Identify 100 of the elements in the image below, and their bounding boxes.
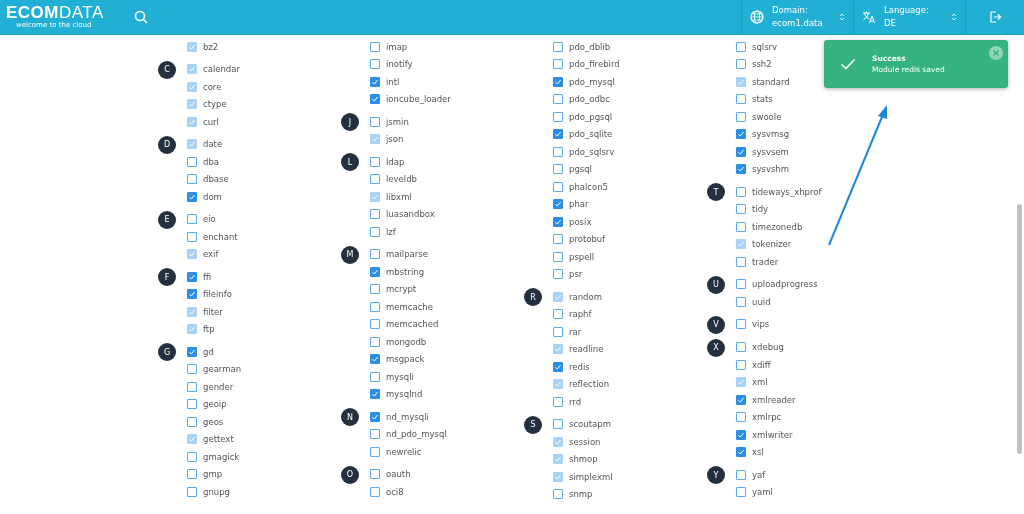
module-checkbox[interactable]: [736, 359, 746, 370]
module-checkbox[interactable]: [187, 214, 197, 225]
module-checkbox[interactable]: [370, 469, 380, 480]
logout-icon[interactable]: [988, 10, 1002, 24]
language-label: Language:: [884, 4, 930, 17]
module-checkbox[interactable]: [187, 364, 197, 375]
module-checkbox[interactable]: [187, 451, 197, 462]
module-label: sysvsem: [752, 146, 789, 157]
module-checkbox[interactable]: [553, 326, 563, 337]
module-checkbox[interactable]: [187, 156, 197, 167]
module-checkbox[interactable]: [187, 416, 197, 427]
module-checkbox[interactable]: [187, 289, 197, 300]
module-checkbox[interactable]: [187, 381, 197, 392]
domain-selector[interactable]: Domain: ecom1.data: [741, 0, 853, 34]
module-checkbox[interactable]: [553, 129, 563, 140]
module-checkbox[interactable]: [187, 399, 197, 410]
module-checkbox[interactable]: [736, 256, 746, 267]
module-checkbox[interactable]: [187, 174, 197, 185]
module-checkbox[interactable]: [553, 94, 563, 105]
module-checkbox[interactable]: [370, 116, 380, 127]
module-checkbox[interactable]: [187, 231, 197, 242]
letter-badge: U: [707, 275, 725, 294]
module-checkbox[interactable]: [370, 429, 380, 440]
module-checkbox[interactable]: [553, 76, 563, 87]
module-checkbox[interactable]: [736, 447, 746, 458]
module-checkbox[interactable]: [736, 221, 746, 232]
module-checkbox[interactable]: [736, 394, 746, 405]
module-checkbox[interactable]: [370, 94, 380, 105]
search-icon[interactable]: [134, 10, 148, 24]
module-label: gd: [203, 346, 214, 357]
module-checkbox[interactable]: [370, 411, 380, 422]
module-checkbox[interactable]: [370, 266, 380, 277]
module-checkbox[interactable]: [370, 156, 380, 167]
module-checkbox[interactable]: [553, 164, 563, 175]
module-checkbox[interactable]: [187, 469, 197, 480]
module-checkbox[interactable]: [187, 271, 197, 282]
module-checkbox[interactable]: [736, 186, 746, 197]
module-checkbox[interactable]: [553, 199, 563, 210]
module-checkbox[interactable]: [370, 301, 380, 312]
module-checkbox[interactable]: [370, 209, 380, 220]
module-checkbox[interactable]: [553, 251, 563, 262]
letter-badge: T: [707, 183, 725, 201]
module-checkbox[interactable]: [736, 164, 746, 175]
domain-value: ecom1.data: [772, 17, 824, 30]
module-checkbox[interactable]: [553, 419, 563, 430]
module-label: mysqli: [386, 371, 414, 382]
module-checkbox[interactable]: [187, 346, 197, 357]
module-checkbox[interactable]: [370, 336, 380, 347]
module-checkbox[interactable]: [736, 111, 746, 122]
module-checkbox[interactable]: [736, 342, 746, 353]
module-checkbox[interactable]: [187, 486, 197, 497]
module-checkbox[interactable]: [370, 389, 380, 400]
module-label: leveldb: [386, 174, 417, 185]
module-label: xdebug: [752, 342, 784, 353]
module-checkbox[interactable]: [553, 111, 563, 122]
language-selector[interactable]: Language: DE: [853, 0, 965, 34]
module-checkbox[interactable]: [370, 371, 380, 382]
module-checkbox[interactable]: [370, 319, 380, 330]
module-label: pdo_sqlsrv: [569, 146, 615, 157]
module-checkbox[interactable]: [553, 41, 563, 52]
module-checkbox[interactable]: [370, 226, 380, 237]
module-checkbox[interactable]: [370, 486, 380, 497]
module-checkbox[interactable]: [553, 234, 563, 245]
module-checkbox[interactable]: [187, 191, 197, 202]
module-checkbox[interactable]: [736, 429, 746, 440]
module-checkbox[interactable]: [736, 59, 746, 70]
module-checkbox[interactable]: [370, 174, 380, 185]
module-label: rar: [569, 326, 582, 337]
module-checkbox[interactable]: [553, 181, 563, 192]
module-checkbox[interactable]: [370, 59, 380, 70]
module-checkbox[interactable]: [553, 269, 563, 280]
module-checkbox[interactable]: [553, 396, 563, 407]
module-checkbox[interactable]: [553, 216, 563, 227]
module-checkbox[interactable]: [370, 249, 380, 260]
module-checkbox[interactable]: [736, 487, 746, 498]
module-label: random: [569, 291, 602, 302]
module-checkbox[interactable]: [736, 41, 746, 52]
module-checkbox[interactable]: [370, 446, 380, 457]
module-checkbox[interactable]: [553, 59, 563, 70]
module-checkbox[interactable]: [736, 469, 746, 480]
module-label: lzf: [386, 226, 396, 237]
module-checkbox[interactable]: [736, 204, 746, 215]
module-checkbox[interactable]: [736, 296, 746, 307]
module-checkbox[interactable]: [370, 76, 380, 87]
module-checkbox[interactable]: [736, 129, 746, 140]
module-checkbox[interactable]: [736, 279, 746, 290]
module-checkbox[interactable]: [736, 94, 746, 105]
module-checkbox[interactable]: [370, 41, 380, 52]
module-checkbox[interactable]: [553, 309, 563, 320]
module-checkbox[interactable]: [736, 146, 746, 157]
module-checkbox[interactable]: [553, 489, 563, 500]
close-button[interactable]: [989, 46, 1003, 60]
module-checkbox[interactable]: [736, 412, 746, 423]
module-checkbox[interactable]: [553, 361, 563, 372]
scrollbar-thumb[interactable]: [1017, 204, 1022, 454]
module-checkbox[interactable]: [370, 284, 380, 295]
module-checkbox[interactable]: [553, 146, 563, 157]
module-checkbox[interactable]: [736, 319, 746, 330]
check-icon: [840, 58, 856, 70]
module-checkbox[interactable]: [370, 354, 380, 365]
